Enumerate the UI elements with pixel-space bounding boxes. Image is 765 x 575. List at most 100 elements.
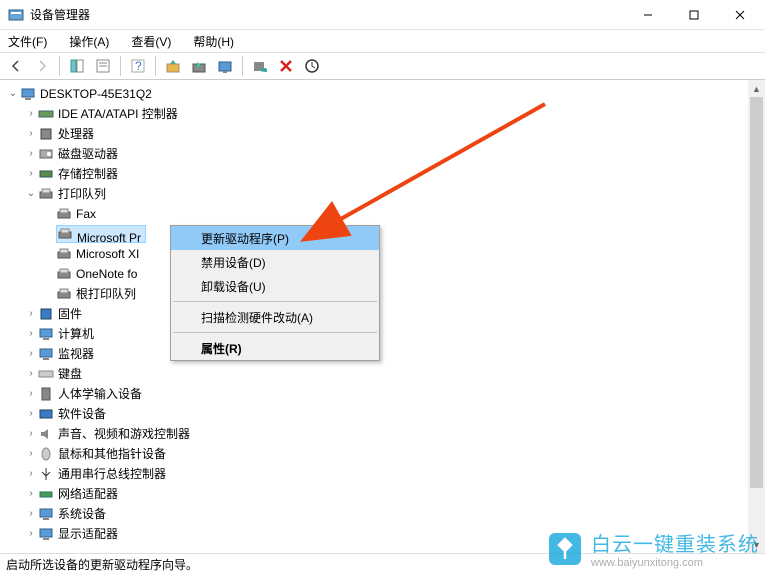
maximize-button[interactable] <box>671 0 717 30</box>
disable-button[interactable] <box>248 54 272 78</box>
uninstall-button[interactable] <box>274 54 298 78</box>
monitor-icon <box>38 346 54 362</box>
scroll-thumb[interactable] <box>750 97 763 488</box>
system-icon <box>38 506 54 522</box>
expand-icon[interactable]: › <box>24 104 38 124</box>
app-icon <box>8 7 24 23</box>
tree-item-ide[interactable]: ›IDE ATA/ATAPI 控制器 <box>2 104 763 124</box>
menu-view[interactable]: 查看(V) <box>127 31 175 52</box>
ctx-properties[interactable]: 属性(R) <box>171 336 379 360</box>
toolbar: ? <box>0 52 765 80</box>
tree-item-mouse[interactable]: ›鼠标和其他指针设备 <box>2 444 763 464</box>
menubar: 文件(F) 操作(A) 查看(V) 帮助(H) <box>0 30 765 52</box>
expand-icon[interactable]: › <box>24 524 38 544</box>
printer-icon <box>56 266 72 282</box>
tree-item-network[interactable]: ›网络适配器 <box>2 484 763 504</box>
expand-icon[interactable]: › <box>24 164 38 184</box>
help-button[interactable]: ? <box>126 54 150 78</box>
svg-text:?: ? <box>135 59 142 73</box>
show-hide-tree-button[interactable] <box>65 54 89 78</box>
watermark: 白云一键重装系统 www.baiyunxitong.com <box>545 528 759 569</box>
tree-item-msxps[interactable]: Microsoft XI <box>2 244 763 264</box>
device-tree: ⌄ DESKTOP-45E31Q2 ›IDE ATA/ATAPI 控制器 ›处理… <box>0 80 765 545</box>
menu-help[interactable]: 帮助(H) <box>189 31 238 52</box>
separator <box>173 301 377 302</box>
printer-icon <box>56 286 72 302</box>
disk-icon <box>38 146 54 162</box>
mouse-icon <box>38 446 54 462</box>
context-menu: 更新驱动程序(P) 禁用设备(D) 卸载设备(U) 扫描检测硬件改动(A) 属性… <box>170 225 380 361</box>
expand-icon[interactable]: › <box>24 144 38 164</box>
refresh-button[interactable] <box>300 54 324 78</box>
tree-item-cpu[interactable]: ›处理器 <box>2 124 763 144</box>
speaker-icon <box>38 426 54 442</box>
tree-item-audio[interactable]: ›声音、视频和游戏控制器 <box>2 424 763 444</box>
close-button[interactable] <box>717 0 763 30</box>
ctx-scan[interactable]: 扫描检测硬件改动(A) <box>171 305 379 329</box>
tree-item-usb[interactable]: ›通用串行总线控制器 <box>2 464 763 484</box>
forward-button[interactable] <box>30 54 54 78</box>
back-button[interactable] <box>4 54 28 78</box>
cpu-icon <box>38 126 54 142</box>
expand-icon[interactable]: › <box>24 364 38 384</box>
usb-icon <box>38 466 54 482</box>
scroll-up-button[interactable]: ▲ <box>748 80 765 97</box>
expand-icon[interactable]: › <box>24 464 38 484</box>
status-text: 启动所选设备的更新驱动程序向导。 <box>6 556 198 573</box>
display-icon <box>38 526 54 542</box>
separator <box>173 332 377 333</box>
update-driver-button[interactable] <box>161 54 185 78</box>
expand-icon[interactable]: › <box>24 304 38 324</box>
computer-icon <box>38 326 54 342</box>
menu-action[interactable]: 操作(A) <box>65 31 113 52</box>
expand-icon[interactable]: › <box>24 504 38 524</box>
ctx-disable[interactable]: 禁用设备(D) <box>171 250 379 274</box>
tree-item-msprint[interactable]: Microsoft Pr <box>2 224 763 244</box>
firmware-icon <box>38 306 54 322</box>
expand-icon[interactable]: ⌄ <box>6 84 20 104</box>
tree-item-keyboard[interactable]: ›键盘 <box>2 364 763 384</box>
ctx-update-driver[interactable]: 更新驱动程序(P) <box>171 226 379 250</box>
expand-icon[interactable]: › <box>24 424 38 444</box>
expand-icon[interactable]: › <box>24 124 38 144</box>
minimize-button[interactable] <box>625 0 671 30</box>
computer-icon <box>20 86 36 102</box>
tree-item-rootprint[interactable]: 根打印队列 <box>2 284 763 304</box>
expand-icon[interactable]: › <box>24 344 38 364</box>
vertical-scrollbar[interactable]: ▲ ▼ <box>748 80 765 553</box>
tree-item-hid[interactable]: ›人体学输入设备 <box>2 384 763 404</box>
collapse-icon[interactable]: ⌄ <box>24 184 38 204</box>
tree-item-software[interactable]: ›软件设备 <box>2 404 763 424</box>
tree-item-system[interactable]: ›系统设备 <box>2 504 763 524</box>
window-title: 设备管理器 <box>30 6 625 23</box>
hid-icon <box>38 386 54 402</box>
tree-item-storage[interactable]: ›存储控制器 <box>2 164 763 184</box>
tree-item-computer[interactable]: ›计算机 <box>2 324 763 344</box>
printer-icon <box>57 226 73 242</box>
expand-icon[interactable]: › <box>24 384 38 404</box>
tree-item-onenote[interactable]: OneNote fo <box>2 264 763 284</box>
properties-button[interactable] <box>91 54 115 78</box>
expand-icon[interactable]: › <box>24 484 38 504</box>
enable-button[interactable] <box>187 54 211 78</box>
watermark-site: www.baiyunxitong.com <box>591 557 759 569</box>
printer-icon <box>56 206 72 222</box>
tree-root[interactable]: ⌄ DESKTOP-45E31Q2 <box>2 84 763 104</box>
menu-file[interactable]: 文件(F) <box>4 31 51 52</box>
tree-item-printqueue[interactable]: ⌄打印队列 <box>2 184 763 204</box>
printer-icon <box>38 186 54 202</box>
software-icon <box>38 406 54 422</box>
tree-item-monitor[interactable]: ›监视器 <box>2 344 763 364</box>
printer-icon <box>56 246 72 262</box>
tree-item-firmware[interactable]: ›固件 <box>2 304 763 324</box>
watermark-brand: 白云一键重装系统 <box>591 534 759 556</box>
network-icon <box>38 486 54 502</box>
tree-item-fax[interactable]: Fax <box>2 204 763 224</box>
expand-icon[interactable]: › <box>24 324 38 344</box>
storage-icon <box>38 166 54 182</box>
tree-item-disk[interactable]: ›磁盘驱动器 <box>2 144 763 164</box>
ctx-uninstall[interactable]: 卸载设备(U) <box>171 274 379 298</box>
scan-hardware-button[interactable] <box>213 54 237 78</box>
expand-icon[interactable]: › <box>24 444 38 464</box>
expand-icon[interactable]: › <box>24 404 38 424</box>
